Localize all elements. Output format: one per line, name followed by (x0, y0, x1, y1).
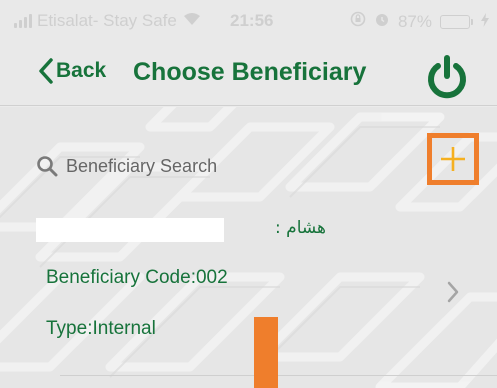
status-bar: Etisalat- Stay Safe 21:56 87% (0, 0, 497, 44)
lock-rotation-icon (350, 11, 366, 32)
beneficiary-list: هشام : Beneficiary Code:002 Type:Interna… (0, 107, 497, 388)
beneficiary-name: هشام : (275, 218, 326, 238)
nav-bar: Back Choose Beneficiary (0, 44, 497, 106)
back-label: Back (56, 59, 107, 82)
add-beneficiary-button[interactable] (427, 133, 479, 185)
plus-icon (441, 147, 465, 171)
status-time: 21:56 (230, 11, 274, 30)
alarm-icon (374, 11, 390, 32)
charging-icon (481, 12, 489, 32)
status-right: 87% (350, 11, 489, 32)
beneficiary-item[interactable]: هشام : Beneficiary Code:002 Type:Interna… (0, 207, 497, 388)
back-button[interactable]: Back (38, 58, 106, 84)
search-bar (36, 155, 306, 177)
logout-button[interactable] (424, 54, 470, 105)
page-title: Choose Beneficiary (133, 58, 367, 86)
beneficiary-code: Beneficiary Code:002 (46, 267, 228, 288)
row-divider (60, 375, 497, 376)
search-icon (37, 156, 58, 177)
battery-percent: 87% (397, 11, 432, 31)
wifi-icon (183, 11, 201, 31)
search-input[interactable] (66, 155, 306, 177)
chevron-right-icon (447, 281, 459, 303)
power-icon (428, 55, 466, 99)
carrier-name: Etisalat- Stay Safe (37, 11, 177, 30)
redaction-box (36, 218, 224, 242)
chevron-left-icon (39, 58, 53, 84)
battery-icon (440, 14, 473, 29)
status-left: Etisalat- Stay Safe (14, 11, 201, 31)
highlight-marker (254, 317, 278, 388)
beneficiary-type: Type:Internal (46, 318, 156, 339)
signal-icon (14, 14, 32, 28)
